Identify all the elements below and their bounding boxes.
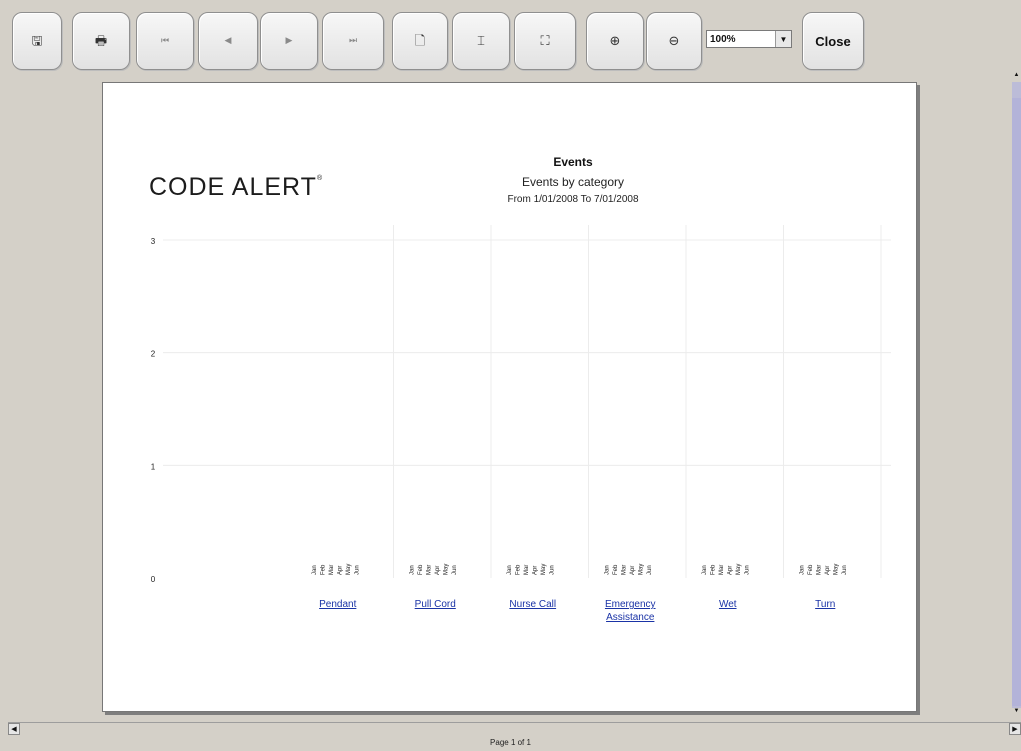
month-tick-label: Feb: [710, 564, 716, 575]
month-tick-label: Mar: [719, 565, 725, 575]
month-tick-label: Apr: [630, 566, 636, 575]
month-tick-label: Apr: [337, 566, 343, 575]
month-tick-label: Mar: [426, 565, 432, 575]
month-tick-label: Feb: [613, 564, 619, 575]
y-tick-label: 0: [151, 575, 156, 584]
month-tick-label: Feb: [515, 564, 521, 575]
events-chart: 0123Jan Feb Mar Apr May JunPendantJan Feb Mar Ap…: [151, 225, 891, 623]
month-tick-label: Jan: [799, 565, 805, 575]
month-tick-label: Jan: [702, 565, 708, 575]
category-label[interactable]: Assistance: [606, 612, 655, 623]
scroll-up-icon[interactable]: ▲: [1012, 72, 1021, 82]
print-button[interactable]: 🖶: [72, 12, 130, 70]
last-page-icon: ⏭: [348, 35, 358, 46]
zoom-in-icon: ⊕: [609, 33, 621, 49]
first-page-icon: ⏮: [160, 35, 170, 46]
month-tick-label: May: [346, 564, 352, 575]
category-label[interactable]: Pendant: [319, 599, 356, 610]
zoom-out-button[interactable]: ⊖: [646, 12, 702, 70]
month-tick-label: Jun: [452, 565, 458, 575]
close-button[interactable]: Close: [802, 12, 864, 70]
month-tick-label: Jun: [744, 565, 750, 575]
month-tick-label: Jun: [549, 565, 555, 575]
zoom-out-icon: ⊖: [668, 33, 680, 49]
scroll-down-icon[interactable]: ▼: [1012, 708, 1021, 718]
month-tick-label: Apr: [435, 566, 441, 575]
prev-page-button[interactable]: ◀: [198, 12, 258, 70]
category-label[interactable]: Turn: [815, 599, 835, 610]
page-indicator: Page 1 of 1: [490, 738, 531, 747]
scroll-thumb[interactable]: [1012, 98, 1021, 706]
month-tick-label: May: [541, 564, 547, 575]
page-icon: 🗋: [414, 33, 426, 49]
month-tick-label: Jun: [647, 565, 653, 575]
month-tick-label: May: [833, 564, 839, 575]
category-label[interactable]: Nurse Call: [509, 599, 556, 610]
zoom-select[interactable]: 100% ▼: [706, 30, 792, 48]
month-tick-label: Feb: [418, 564, 424, 575]
scroll-right-icon[interactable]: ▶: [1009, 723, 1021, 735]
month-tick-label: Mar: [816, 565, 822, 575]
save-button[interactable]: 🖫: [12, 12, 62, 70]
report-page: CODE ALERT® Events Events by category Fr…: [102, 82, 917, 712]
zoom-in-button[interactable]: ⊕: [586, 12, 644, 70]
month-tick-label: Jun: [354, 565, 360, 575]
category-label[interactable]: Wet: [719, 599, 737, 610]
y-tick-label: 3: [151, 237, 156, 246]
scroll-left-icon[interactable]: ◀: [8, 723, 20, 735]
fit-page-icon: ⛶: [540, 33, 550, 49]
page-view-button[interactable]: 🗋: [392, 12, 448, 70]
month-tick-label: Mar: [329, 565, 335, 575]
fit-width-icon: ⌶: [477, 33, 485, 49]
month-tick-label: Mar: [524, 565, 530, 575]
fit-page-button[interactable]: ⛶: [514, 12, 576, 70]
category-label[interactable]: Pull Cord: [415, 599, 456, 610]
close-button-label: Close: [815, 33, 851, 49]
next-page-button[interactable]: ▶: [260, 12, 318, 70]
month-tick-label: Jun: [842, 565, 848, 575]
last-page-button[interactable]: ⏭: [322, 12, 384, 70]
month-tick-label: Jan: [409, 565, 415, 575]
month-tick-label: Apr: [825, 566, 831, 575]
save-icon: 🖫: [31, 33, 43, 49]
month-tick-label: Jan: [507, 565, 513, 575]
month-tick-label: May: [736, 564, 742, 575]
toolbar: 🖫 🖶 ⏮ ◀ ▶ ⏭ 🗋 ⌶ ⛶ ⊕ ⊖ 100% ▼ Close: [0, 0, 1021, 72]
month-tick-label: May: [638, 564, 644, 575]
fit-width-button[interactable]: ⌶: [452, 12, 510, 70]
prev-page-icon: ◀: [224, 35, 232, 46]
print-icon: 🖶: [94, 33, 108, 49]
month-tick-label: May: [443, 564, 449, 575]
month-tick-label: Apr: [727, 566, 733, 575]
y-tick-label: 2: [151, 350, 156, 359]
month-tick-label: Jan: [312, 565, 318, 575]
category-label[interactable]: Emergency: [605, 599, 656, 610]
month-tick-label: Feb: [320, 564, 326, 575]
chevron-down-icon[interactable]: ▼: [775, 31, 791, 47]
zoom-value: 100%: [710, 33, 736, 45]
horizontal-scrollbar[interactable]: ◀ ▶: [8, 722, 1021, 735]
month-tick-label: Apr: [532, 566, 538, 575]
month-tick-label: Feb: [808, 564, 814, 575]
first-page-button[interactable]: ⏮: [136, 12, 194, 70]
next-page-icon: ▶: [285, 35, 293, 46]
vertical-scrollbar[interactable]: ▲ ▼: [1012, 72, 1021, 718]
month-tick-label: Jan: [604, 565, 610, 575]
month-tick-label: Mar: [621, 565, 627, 575]
y-tick-label: 1: [151, 462, 156, 471]
status-bar: Page 1 of 1: [0, 735, 1021, 751]
